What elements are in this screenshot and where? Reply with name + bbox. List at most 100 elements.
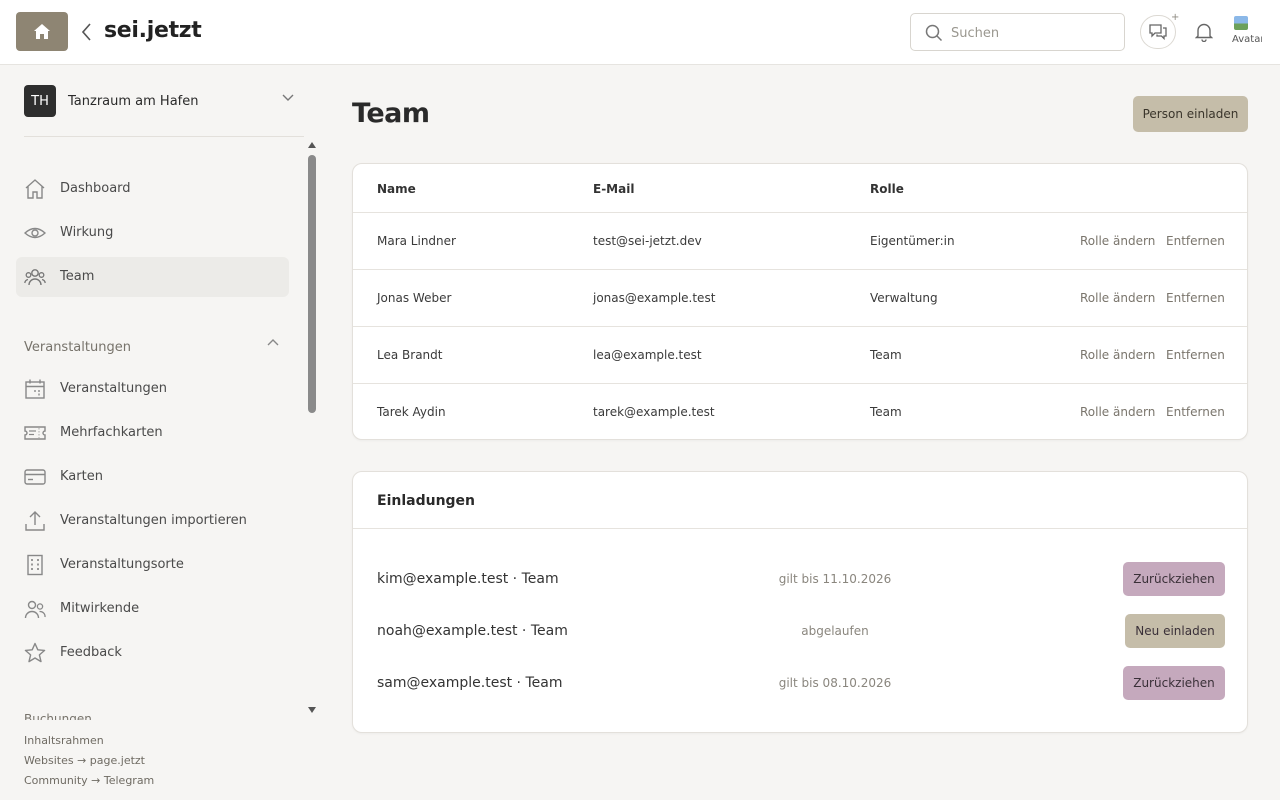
sidebar-item-label: Feedback [60,645,122,660]
member-role: Team [870,405,902,419]
sidebar-item-label: Veranstaltungsorte [60,557,184,572]
change-role-link[interactable]: Rolle ändern [1080,234,1155,248]
row-divider [353,269,1247,270]
sidebar-item-label: Veranstaltungen importieren [60,513,247,528]
member-name: Jonas Weber [377,291,452,305]
row-divider [353,383,1247,384]
card-icon [24,466,46,488]
sidebar-item-label: Dashboard [60,181,131,196]
sidebar-item-label: Mitwirkende [60,601,140,616]
member-role: Team [870,348,902,362]
brand-title: sei.jetzt [104,18,202,43]
member-name: Lea Brandt [377,348,443,362]
row-divider [353,212,1247,213]
search-box[interactable] [910,13,1125,51]
back-button[interactable] [78,22,96,42]
invitations-card: Einladungen kim@example.test · Team gilt… [352,471,1248,733]
scroll-down-arrow-icon[interactable] [308,707,316,713]
member-role: Eigentümer:in [870,234,955,248]
chat-icon [1149,24,1167,41]
invitation-status: gilt bis 11.10.2026 [778,572,892,586]
team-table: Name E-Mail Rolle Mara Lindner test@sei-… [352,163,1248,440]
member-email: lea@example.test [593,348,702,362]
row-divider [353,528,1247,529]
chevron-down-icon [282,94,294,101]
people-icon [24,598,46,620]
home-icon [34,24,50,39]
sidebar-item-mitwirkende[interactable]: Mitwirkende [16,589,289,629]
sidebar-item-karten[interactable]: Karten [16,457,289,497]
sidebar-item-label: Mehrfachkarten [60,425,163,440]
section-veranstaltungen-toggle[interactable]: Veranstaltungen [24,336,279,356]
footer-link-community[interactable]: Community → Telegram [24,773,154,793]
member-role: Verwaltung [870,291,938,305]
remove-member-link[interactable]: Entfernen [1166,291,1225,305]
sidebar-scrollbar[interactable] [306,142,318,715]
remove-member-link[interactable]: Entfernen [1166,405,1225,419]
section-label: Veranstaltungen [24,340,131,355]
member-email: test@sei-jetzt.dev [593,234,702,248]
revoke-invitation-button[interactable]: Zurückziehen [1123,666,1225,700]
star-icon [24,642,46,664]
avatar[interactable]: Avatar [1232,16,1262,48]
column-header-email: E-Mail [593,182,635,196]
sidebar-item-dashboard[interactable]: Dashboard [16,169,289,209]
page-title: Team [352,98,430,129]
home-icon [24,178,46,200]
invitations-title: Einladungen [377,493,476,509]
remove-member-link[interactable]: Entfernen [1166,348,1225,362]
invitation-status: gilt bis 08.10.2026 [778,676,892,690]
upload-icon [24,510,46,532]
column-header-role: Rolle [870,182,904,196]
sidebar-footer: Inhaltsrahmen Websites → page.jetzt Comm… [24,733,154,793]
sidebar-item-label: Karten [60,469,103,484]
invitation-label: kim@example.test · Team [377,571,559,587]
row-divider [353,326,1247,327]
sidebar-item-wirkung[interactable]: Wirkung [16,213,289,253]
sidebar-item-feedback[interactable]: Feedback [16,633,289,673]
scroll-thumb[interactable] [308,155,316,413]
member-name: Tarek Aydin [377,405,446,419]
sidebar-item-team[interactable]: Team [16,257,289,297]
sidebar-item-veranstaltungen[interactable]: Veranstaltungen [16,369,289,409]
org-switcher[interactable]: TH Tanzraum am Hafen [24,84,296,118]
top-header: sei.jetzt + Avatar [0,0,1280,65]
users-icon [24,266,46,288]
sidebar-item-label: Team [60,269,95,284]
change-role-link[interactable]: Rolle ändern [1080,405,1155,419]
search-input[interactable] [951,22,1116,44]
calendar-icon [24,378,46,400]
building-icon [24,554,46,576]
revoke-invitation-button[interactable]: Zurückziehen [1123,562,1225,596]
search-icon [925,24,943,42]
home-button[interactable] [16,12,68,51]
footer-link-websites[interactable]: Websites → page.jetzt [24,753,154,773]
footer-link-inhaltsrahmen[interactable]: Inhaltsrahmen [24,733,154,753]
divider [24,136,304,137]
sidebar: TH Tanzraum am Hafen Dashboard Wirkung T… [0,65,320,800]
member-email: tarek@example.test [593,405,715,419]
ticket-icon [24,422,46,444]
sidebar-item-veranstaltungen-importieren[interactable]: Veranstaltungen importieren [16,501,289,541]
sidebar-item-veranstaltungsorte[interactable]: Veranstaltungsorte [16,545,289,585]
invitation-label: noah@example.test · Team [377,623,568,639]
sidebar-item-label: Wirkung [60,225,114,240]
member-name: Mara Lindner [377,234,456,248]
member-email: jonas@example.test [593,291,716,305]
chevron-left-icon [82,23,91,41]
notifications-button[interactable] [1192,20,1216,44]
scroll-up-arrow-icon[interactable] [308,142,316,148]
change-role-link[interactable]: Rolle ändern [1080,291,1155,305]
org-name: Tanzraum am Hafen [68,93,199,109]
sidebar-item-label: Veranstaltungen [60,381,167,396]
invitation-label: sam@example.test · Team [377,675,563,691]
sidebar-item-mehrfachkarten[interactable]: Mehrfachkarten [16,413,289,453]
change-role-link[interactable]: Rolle ändern [1080,348,1155,362]
chevron-up-icon [267,339,279,346]
invitation-status: abgelaufen [801,624,869,638]
invite-person-button[interactable]: Person einladen [1133,96,1248,132]
column-header-name: Name [377,182,416,196]
section-buchungen-toggle[interactable]: Buchungen [24,712,279,720]
reinvite-button[interactable]: Neu einladen [1125,614,1225,648]
remove-member-link[interactable]: Entfernen [1166,234,1225,248]
